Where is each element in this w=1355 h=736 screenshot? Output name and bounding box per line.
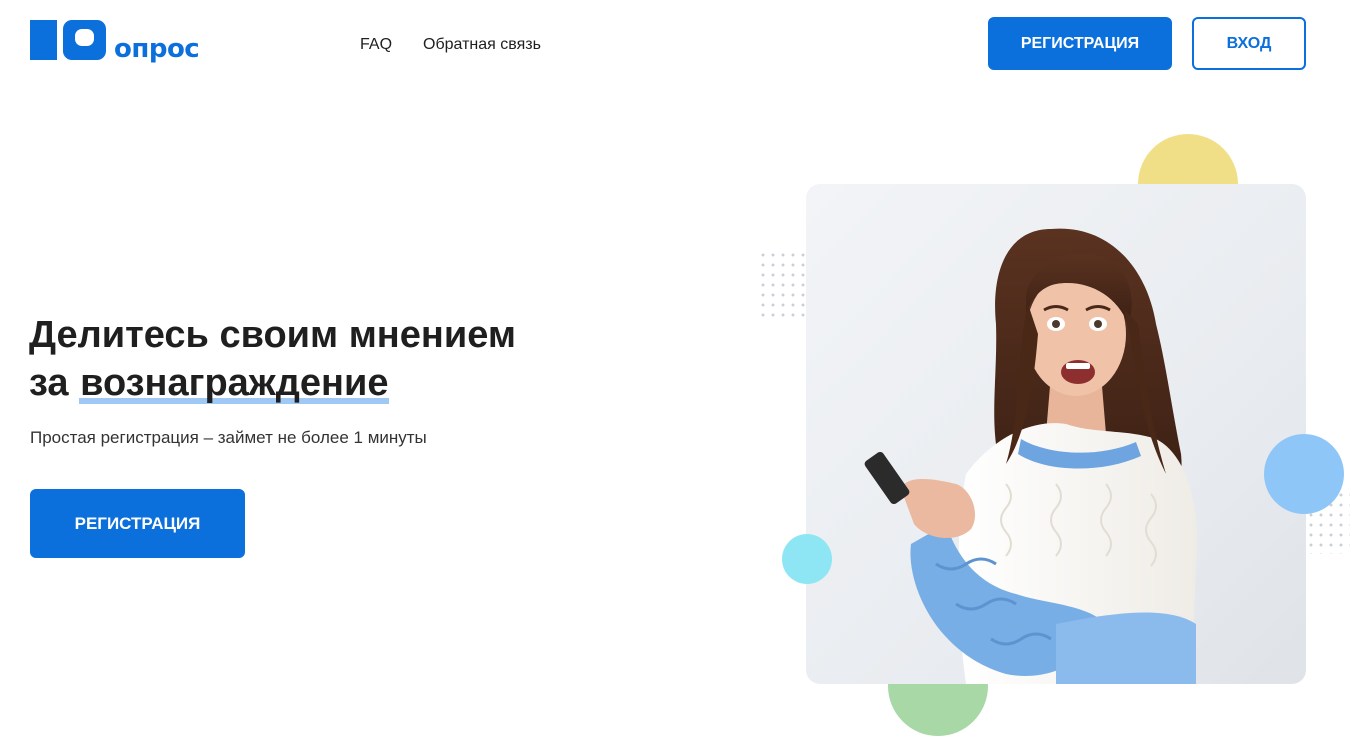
logo-wordmark: опрос — [114, 34, 200, 64]
header-login-button[interactable]: Вход — [1192, 17, 1306, 70]
logo-mark-one — [30, 20, 57, 60]
main-nav: FAQ Обратная связь — [360, 35, 541, 55]
hero-title-prefix: за — [29, 362, 69, 404]
logo-mark-zero — [63, 20, 106, 60]
hero-title-line1: Делитесь своим мнением — [29, 314, 516, 356]
hero-register-button[interactable]: Регистрация — [30, 489, 245, 558]
decor-blue-circle — [1264, 434, 1344, 514]
site-logo[interactable]: опрос — [30, 20, 220, 70]
hero-title: Делитесь своим мнением за вознаграждение — [29, 311, 516, 407]
hero-photo — [806, 184, 1306, 684]
nav-link-feedback[interactable]: Обратная связь — [423, 35, 541, 55]
nav-link-faq[interactable]: FAQ — [360, 35, 392, 55]
hero-subtitle: Простая регистрация – займет не более 1 … — [30, 428, 427, 447]
header-register-button[interactable]: Регистрация — [988, 17, 1172, 70]
hero-title-highlight: вознаграждение — [79, 362, 390, 404]
decor-dot-grid-left — [758, 250, 806, 322]
decor-cyan-circle — [782, 534, 832, 584]
woman-with-phone-illustration — [864, 228, 1197, 684]
hero-title-line2: за вознаграждение — [29, 359, 516, 407]
